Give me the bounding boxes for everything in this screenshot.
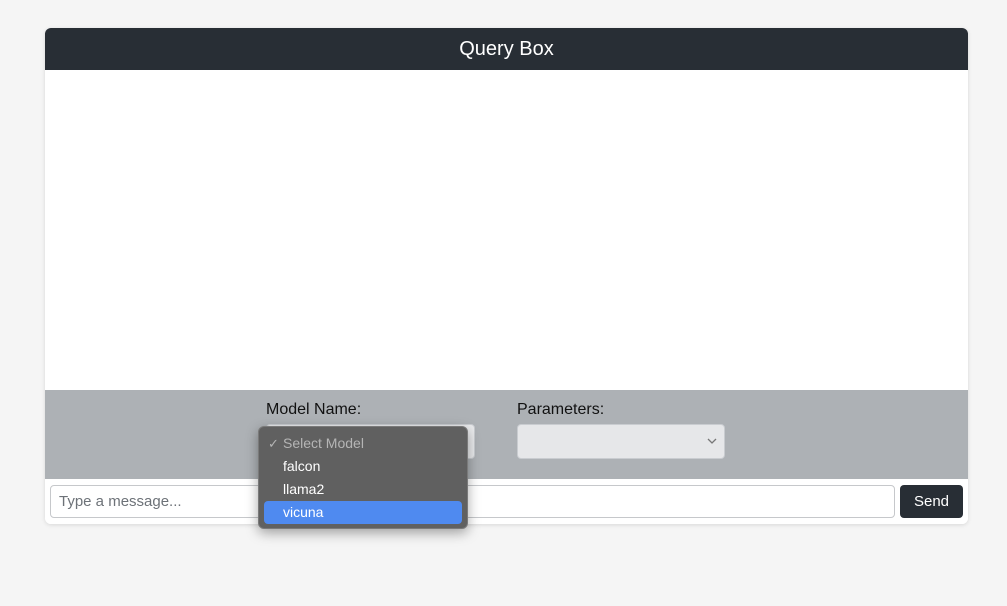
messages-area bbox=[45, 70, 968, 390]
model-dropdown-menu: ✓ Select Model falcon llama2 vicuna bbox=[258, 426, 468, 529]
parameters-label: Parameters: bbox=[517, 401, 605, 418]
panel-header: Query Box bbox=[45, 28, 968, 70]
query-box-panel: Query Box Model Name: Parameters: Send bbox=[45, 28, 968, 524]
dropdown-option-select-model[interactable]: ✓ Select Model bbox=[264, 432, 462, 455]
option-label: Select Model bbox=[283, 435, 364, 451]
controls-bar: Model Name: Parameters: bbox=[45, 390, 968, 479]
message-input[interactable] bbox=[50, 485, 895, 518]
chevron-down-icon bbox=[707, 438, 717, 444]
option-label: llama2 bbox=[283, 481, 325, 497]
send-button[interactable]: Send bbox=[900, 485, 963, 518]
option-label: vicuna bbox=[283, 504, 324, 520]
panel-title: Query Box bbox=[459, 37, 554, 60]
check-icon: ✓ bbox=[268, 436, 279, 451]
parameters-select[interactable] bbox=[517, 424, 725, 459]
dropdown-option-vicuna[interactable]: vicuna bbox=[264, 501, 462, 524]
model-name-label: Model Name: bbox=[266, 401, 362, 418]
message-input-row: Send bbox=[45, 479, 968, 524]
dropdown-option-falcon[interactable]: falcon bbox=[264, 455, 462, 478]
dropdown-option-llama2[interactable]: llama2 bbox=[264, 478, 462, 501]
option-label: falcon bbox=[283, 458, 321, 474]
